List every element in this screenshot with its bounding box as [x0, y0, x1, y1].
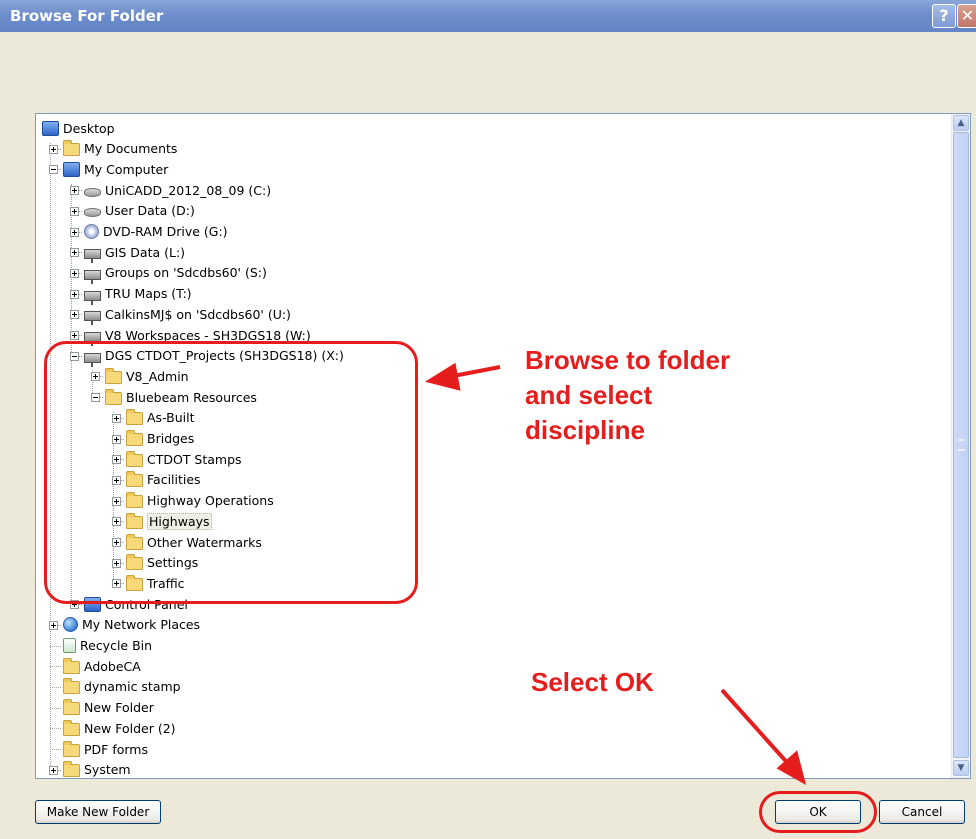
annotation-line-2: and select: [525, 380, 653, 410]
arrow-to-ok-line: [720, 688, 794, 770]
annotation-arrows: [424, 362, 807, 786]
annotation-line-1: Browse to folder: [525, 345, 731, 375]
annotation-browse-text: Browse to folder and select discipline: [525, 343, 730, 448]
annotation-line-3: discipline: [525, 415, 645, 445]
annotation-select-ok-text: Select OK: [531, 667, 654, 697]
arrow-to-folder-head: [424, 362, 461, 391]
